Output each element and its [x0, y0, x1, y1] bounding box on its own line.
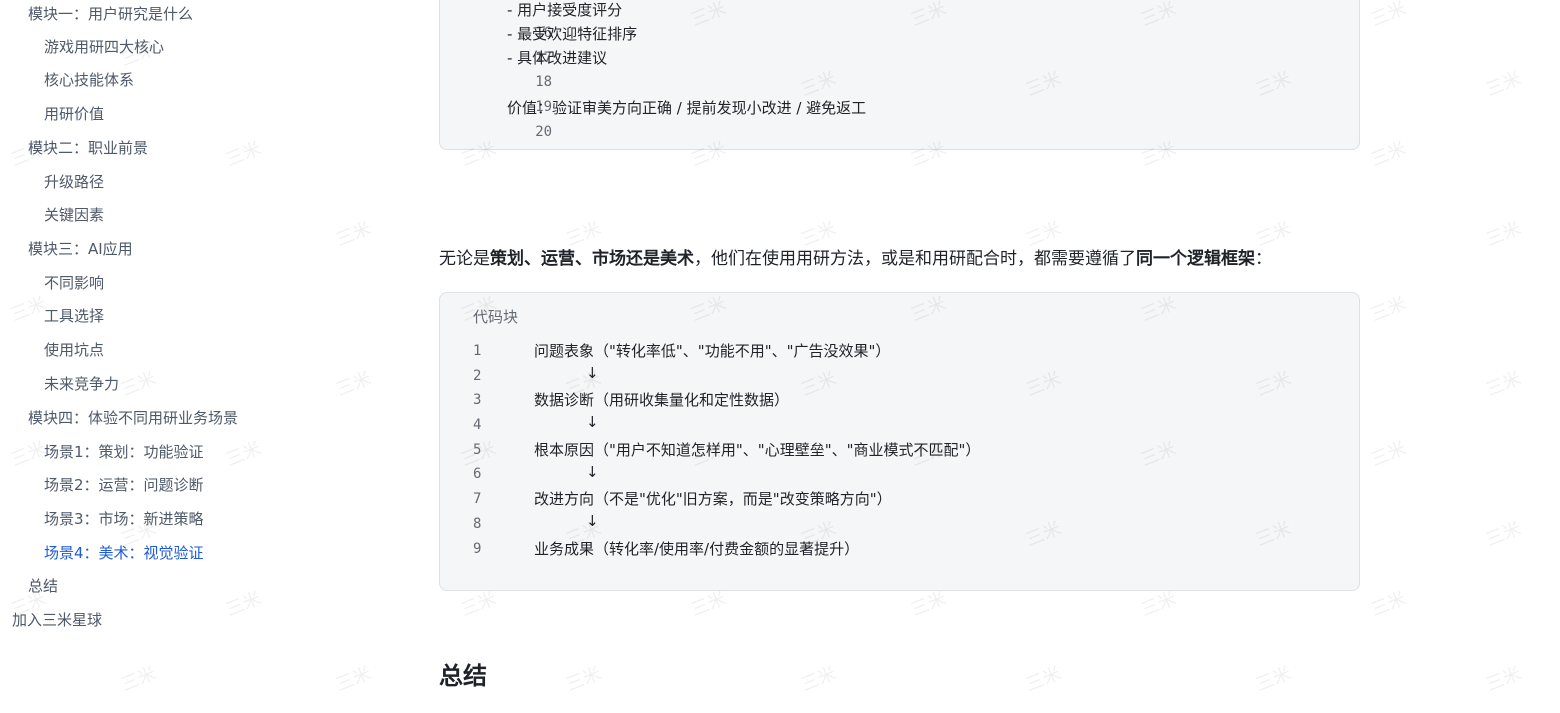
watermark: 三米 [1482, 67, 1525, 101]
code-line: 2 [473, 363, 481, 387]
line-number: 6 [473, 466, 482, 482]
toc-item-scene-1[interactable]: 场景1：策划：功能验证 [44, 442, 204, 462]
code-line: 5 [473, 437, 481, 461]
code-line: 1 [473, 338, 481, 362]
code-line: 19 [463, 70, 552, 115]
paragraph-text: 无论是 [439, 249, 490, 269]
down-arrow-icon: ↓ [586, 512, 599, 530]
code-block-scene-4[interactable]: 16 - 用户接受度评分 17 - 最受欢迎特征排序 18 - 具体改进建议 1… [439, 0, 1360, 150]
line-number: 4 [473, 417, 482, 433]
outline-sidebar: 模块一：用户研究是什么 游戏用研四大核心 核心技能体系 用研价值 模块二：职业前… [0, 0, 380, 713]
watermark: 三米 [1482, 517, 1525, 551]
toc-item-scene-4-active[interactable]: 场景4：美术：视觉验证 [44, 543, 204, 563]
line-number: 7 [473, 491, 482, 507]
paragraph-text: ，他们在使用用研方法，或是和用研配合时，都需要遵循了 [694, 249, 1136, 269]
toc-item-key-factors[interactable]: 关键因素 [44, 205, 104, 225]
line-number: 5 [473, 442, 482, 458]
code-line-text: 根本原因（"用户不知道怎样用"、"心理壁垒"、"商业模式不匹配"） [534, 441, 981, 459]
watermark: 三米 [1367, 292, 1410, 326]
toc-item-research-value[interactable]: 用研价值 [44, 104, 104, 124]
code-line: 9 [473, 536, 481, 560]
code-line-text: - 具体改进建议 [507, 49, 608, 67]
toc-item-core-skills[interactable]: 核心技能体系 [44, 70, 134, 90]
watermark: 三米 [1367, 437, 1410, 471]
watermark: 三米 [1482, 217, 1525, 251]
paragraph-bold-text: 策划、运营、市场还是美术 [490, 249, 694, 269]
toc-item-upgrade-path[interactable]: 升级路径 [44, 172, 104, 192]
code-line-text: 数据诊断（用研收集量化和定性数据） [534, 391, 790, 409]
toc-item-scene-2[interactable]: 场景2：运营：问题诊断 [44, 475, 204, 495]
watermark: 三米 [1367, 137, 1410, 171]
code-line: 4 [473, 412, 481, 436]
toc-item-scene-3[interactable]: 场景3：市场：新进策略 [44, 509, 204, 529]
toc-item-join-planet[interactable]: 加入三米星球 [12, 610, 102, 630]
watermark: 三米 [1482, 662, 1525, 696]
toc-item-module-1[interactable]: 模块一：用户研究是什么 [28, 4, 193, 24]
toc-item-module-4[interactable]: 模块四：体验不同用研业务场景 [28, 408, 238, 428]
code-line: 6 [473, 461, 481, 485]
code-line: 3 [473, 387, 481, 411]
framework-paragraph: 无论是策划、运营、市场还是美术，他们在使用用研方法，或是和用研配合时，都需要遵循… [439, 246, 1272, 272]
toc-item-summary[interactable]: 总结 [28, 576, 58, 596]
code-line: 7 [473, 486, 481, 510]
line-number: 1 [473, 343, 482, 359]
section-heading-summary: 总结 [439, 662, 487, 690]
code-line-text: 价值：验证审美方向正确 / 提前发现小改进 / 避免返工 [507, 99, 867, 117]
document-page: 模块一：用户研究是什么 游戏用研四大核心 核心技能体系 用研价值 模块二：职业前… [0, 0, 1560, 713]
paragraph-bold-text: 同一个逻辑框架 [1136, 249, 1255, 269]
toc-item-pitfalls[interactable]: 使用坑点 [44, 340, 104, 360]
code-line-text: - 最受欢迎特征排序 [507, 25, 638, 43]
code-block-label: 代码块 [473, 308, 519, 326]
toc-item-module-2[interactable]: 模块二：职业前景 [28, 138, 148, 158]
down-arrow-icon: ↓ [586, 463, 599, 481]
toc-item-module-3[interactable]: 模块三：AI应用 [28, 239, 133, 259]
toc-item-four-cores[interactable]: 游戏用研四大核心 [44, 37, 164, 57]
code-line-text: 改进方向（不是"优化"旧方案，而是"改变策略方向"） [534, 490, 892, 508]
down-arrow-icon: ↓ [586, 364, 599, 382]
watermark: 三米 [1367, 587, 1410, 621]
code-line-text: - 用户接受度评分 [507, 1, 623, 19]
line-number: 9 [473, 541, 482, 557]
down-arrow-icon: ↓ [586, 413, 599, 431]
line-number: 2 [473, 368, 482, 384]
line-number: 3 [473, 392, 482, 408]
toc-item-tool-selection[interactable]: 工具选择 [44, 306, 104, 326]
code-block-framework[interactable]: 代码块 1 问题表象（"转化率低"、"功能不用"、"广告没效果"） 2 ↓ 3 … [439, 292, 1360, 591]
code-line: 8 [473, 511, 481, 535]
paragraph-text: ： [1255, 249, 1272, 269]
watermark: 三米 [1482, 367, 1525, 401]
code-line-text: 问题表象（"转化率低"、"功能不用"、"广告没效果"） [534, 342, 891, 360]
toc-item-different-impact[interactable]: 不同影响 [44, 273, 104, 293]
watermark: 三米 [1367, 0, 1410, 31]
document-body: 16 - 用户接受度评分 17 - 最受欢迎特征排序 18 - 具体改进建议 1… [439, 0, 1362, 713]
toc-item-future-competitiveness[interactable]: 未来竞争力 [44, 374, 119, 394]
code-line-text: 业务成果（转化率/使用率/付费金额的显著提升） [534, 540, 860, 558]
line-number: 8 [473, 516, 482, 532]
line-number: 20 [535, 124, 553, 140]
